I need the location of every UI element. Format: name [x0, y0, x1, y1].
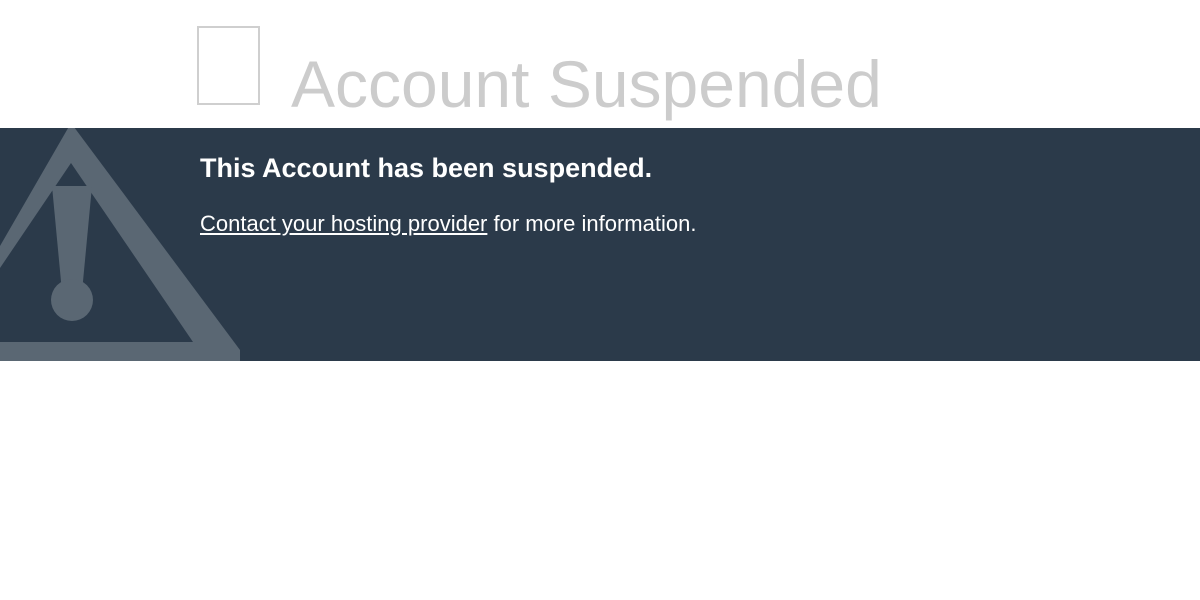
broken-image-icon	[197, 26, 260, 105]
page-header: Account Suspended	[0, 0, 1200, 128]
contact-provider-link[interactable]: Contact your hosting provider	[200, 211, 487, 236]
suspension-banner: This Account has been suspended. Contact…	[0, 128, 1200, 361]
suspension-message: Contact your hosting provider for more i…	[200, 210, 696, 238]
message-suffix: for more information.	[487, 211, 697, 236]
page-title: Account Suspended	[291, 47, 882, 121]
suspension-heading: This Account has been suspended.	[200, 153, 653, 183]
